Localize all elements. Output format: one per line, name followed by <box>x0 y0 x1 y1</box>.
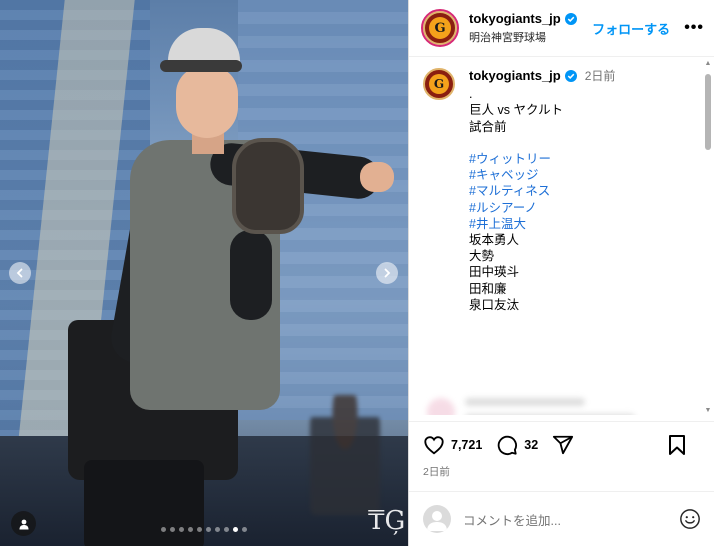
caption-line: 大勢 <box>469 249 495 264</box>
follow-button[interactable]: フォローする <box>592 19 670 38</box>
comment-button[interactable]: 32 <box>496 434 538 456</box>
caption-body: tokyogiants_jp 2日前 . 巨人 vs ヤクルト 試合前 #ウィットリ… <box>469 68 615 313</box>
carousel-dot <box>170 527 175 532</box>
hashtag-link[interactable]: #井上温大 <box>469 216 615 232</box>
caption-line <box>469 135 615 151</box>
tagged-users-button[interactable] <box>11 511 36 536</box>
caption-avatar[interactable]: G <box>423 68 455 100</box>
hashtag-link[interactable]: #マルティネス <box>469 183 615 199</box>
heart-icon <box>424 436 444 455</box>
player-hand <box>360 162 394 192</box>
header-username-row: tokyogiants_jp <box>469 11 592 26</box>
caption-time: 2日前 <box>584 69 616 83</box>
comment-line <box>465 414 635 415</box>
comment-count[interactable]: 32 <box>524 438 538 452</box>
comment-input[interactable]: コメントを追加... <box>463 510 679 529</box>
chevron-right-icon <box>384 268 391 278</box>
giants-watermark-logo: ₸Ģ <box>368 506 406 536</box>
hashtag-link[interactable]: #キャベッジ <box>469 167 615 183</box>
carousel-dot <box>188 527 193 532</box>
save-button[interactable] <box>667 434 687 456</box>
scroll-down-arrow-icon[interactable]: ▼ <box>704 407 712 415</box>
carousel-dot <box>215 527 220 532</box>
hashtag-link[interactable]: #ルシアーノ <box>469 200 615 216</box>
account-avatar[interactable]: G <box>421 9 459 47</box>
carousel-dot <box>179 527 184 532</box>
carousel-dot <box>233 527 238 532</box>
previous-slide-button[interactable] <box>9 262 31 284</box>
verified-badge-icon <box>564 12 577 25</box>
caption-line: 試合前 <box>469 119 507 134</box>
post-actions: 7,721 32 <box>409 421 714 473</box>
hashtag-link[interactable]: #ウィットリー <box>469 151 615 167</box>
like-button[interactable]: 7,721 <box>423 434 482 456</box>
commenter-avatar <box>427 398 455 415</box>
caption-text: . 巨人 vs ヤクルト 試合前 #ウィットリー #キャベッジ #マルティネス #ルシアー… <box>469 86 615 313</box>
post-header: G tokyogiants_jp 明治神宮野球場 フォローする ••• <box>409 0 714 57</box>
carousel-dot <box>197 527 202 532</box>
carousel-indicator <box>0 527 408 532</box>
caption-line: 田和廉 <box>469 281 507 296</box>
caption-row: G tokyogiants_jp 2日前 . 巨人 vs ヤクルト 試合前 #ウィッ… <box>423 68 691 313</box>
verified-badge-icon <box>564 70 577 83</box>
post-side-panel: G tokyogiants_jp 明治神宮野球場 フォローする ••• G to… <box>408 0 714 546</box>
giants-logo-icon: G <box>429 17 451 39</box>
scrollbar-thumb[interactable] <box>705 74 711 150</box>
caption-scrollbar[interactable]: ▲ ▼ <box>704 60 712 415</box>
caption-line: 巨人 vs ヤクルト <box>469 103 564 118</box>
instagram-post-view: ₸Ģ G tokyogiants_jp 明治神宮野球場 フォローする ••• G… <box>0 0 714 546</box>
more-options-button[interactable]: ••• <box>684 19 704 37</box>
default-avatar-icon <box>427 511 447 531</box>
comment-icon <box>498 435 518 456</box>
caption-line: 坂本勇人 <box>469 233 520 248</box>
player-legs <box>84 460 204 546</box>
chevron-left-icon <box>16 268 23 278</box>
blurred-comments <box>423 388 701 415</box>
current-user-avatar <box>423 505 451 533</box>
carousel-dot <box>224 527 229 532</box>
player-sunglasses <box>160 60 242 72</box>
post-location[interactable]: 明治神宮野球場 <box>469 29 592 45</box>
post-date: 2日前 <box>423 466 450 478</box>
share-icon <box>553 435 574 455</box>
caption-line: 泉口友汰 <box>469 297 520 312</box>
carousel-dot <box>206 527 211 532</box>
player-face <box>176 66 238 138</box>
comment-line <box>465 398 585 406</box>
caption-meta: tokyogiants_jp 2日前 <box>469 68 615 84</box>
next-slide-button[interactable] <box>376 262 398 284</box>
header-text: tokyogiants_jp 明治神宮野球場 <box>469 11 592 45</box>
caption-area: G tokyogiants_jp 2日前 . 巨人 vs ヤクルト 試合前 #ウィッ… <box>409 58 701 415</box>
header-username[interactable]: tokyogiants_jp <box>469 11 561 26</box>
caption-username[interactable]: tokyogiants_jp <box>469 68 561 84</box>
add-comment-bar: コメントを追加... <box>409 491 714 546</box>
giants-logo-icon: G <box>429 74 449 94</box>
carousel-dot <box>161 527 166 532</box>
caption-line: 田中瑛斗 <box>469 265 520 280</box>
player-forearm <box>230 230 272 320</box>
carousel-dot <box>242 527 247 532</box>
bookmark-icon <box>669 435 685 455</box>
share-button[interactable] <box>552 434 574 456</box>
caption-line: . <box>469 87 473 102</box>
post-photo[interactable]: ₸Ģ <box>0 0 408 546</box>
action-row: 7,721 32 <box>423 434 701 456</box>
baseball-glove <box>232 138 304 234</box>
baseball-player <box>60 20 394 546</box>
scroll-up-arrow-icon[interactable]: ▲ <box>704 60 712 68</box>
emoji-icon[interactable] <box>679 508 701 530</box>
like-count[interactable]: 7,721 <box>451 438 482 452</box>
